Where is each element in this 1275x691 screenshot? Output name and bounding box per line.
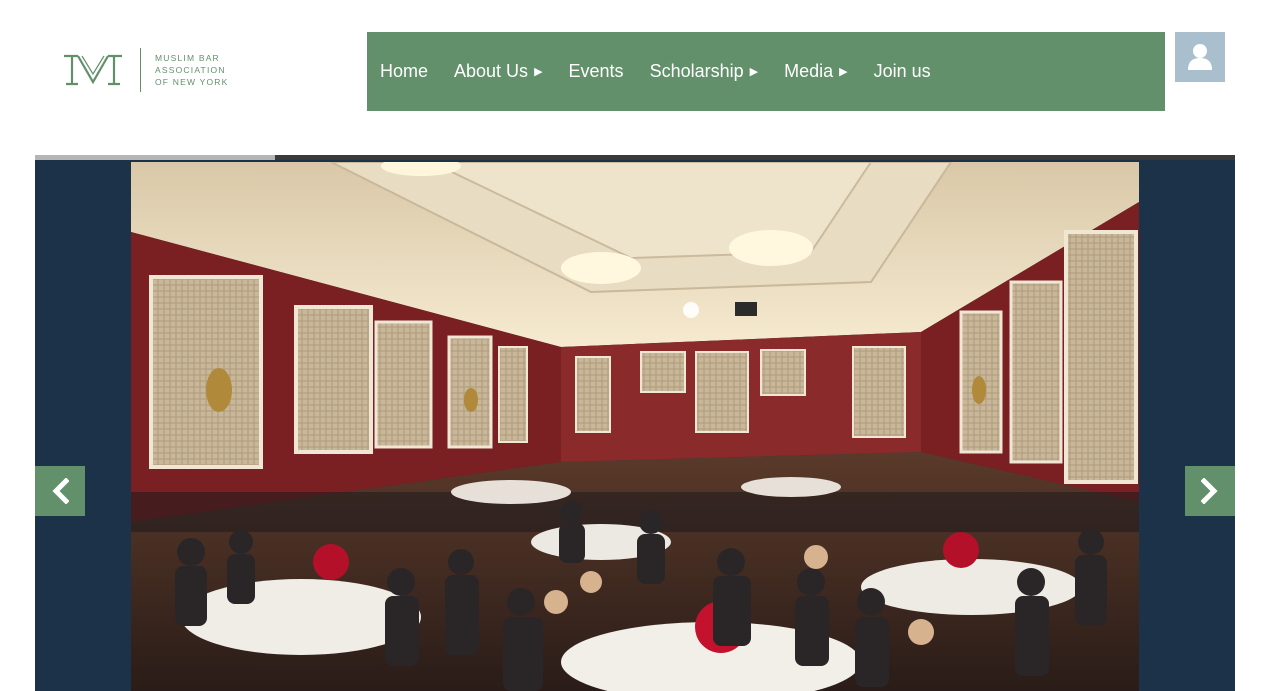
nav-label: Events — [568, 61, 624, 81]
nav-item-join-us[interactable]: Join us — [874, 61, 931, 82]
logo-line-3: OF NEW YORK — [155, 77, 229, 87]
nav-item-media[interactable]: Media ▶ — [784, 61, 848, 82]
main-nav: Home About Us ▶ Events Scholarship ▶ Med… — [367, 32, 1165, 111]
submenu-arrow-icon: ▶ — [534, 66, 543, 78]
slider-prev-button[interactable] — [35, 466, 85, 516]
submenu-arrow-icon: ▶ — [839, 66, 848, 78]
nav-item-events[interactable]: Events — [569, 61, 624, 82]
submenu-arrow-icon: ▶ — [749, 66, 759, 78]
logo-divider — [140, 48, 141, 92]
nav-label: Media — [784, 61, 834, 81]
site-logo[interactable]: MUSLIM BAR ASSOCIATION OF NEW YORK — [62, 46, 262, 94]
logo-line-2: ASSOCIATION — [155, 65, 226, 75]
logo-mark-icon — [64, 54, 122, 86]
nav-item-scholarship[interactable]: Scholarship ▶ — [650, 61, 759, 82]
logo-line-1: MUSLIM BAR — [155, 53, 220, 63]
hero-slider — [35, 155, 1235, 691]
nav-label: About Us — [454, 61, 529, 81]
nav-item-about-us[interactable]: About Us ▶ — [454, 61, 543, 82]
chevron-left-icon — [52, 478, 69, 504]
nav-item-home[interactable]: Home — [380, 61, 428, 82]
slider-progress-track — [35, 155, 1235, 160]
logo-text: MUSLIM BAR ASSOCIATION OF NEW YORK — [155, 52, 229, 88]
nav-label: Join us — [873, 61, 931, 81]
nav-label: Scholarship — [649, 61, 744, 81]
slider-next-button[interactable] — [1185, 466, 1235, 516]
user-icon — [1188, 44, 1212, 70]
slider-progress-bar — [35, 155, 275, 160]
user-account-button[interactable] — [1175, 32, 1225, 82]
chevron-right-icon — [1201, 478, 1218, 504]
banquet-photo — [131, 162, 1139, 691]
slide-image — [131, 162, 1139, 691]
nav-label: Home — [380, 61, 429, 81]
